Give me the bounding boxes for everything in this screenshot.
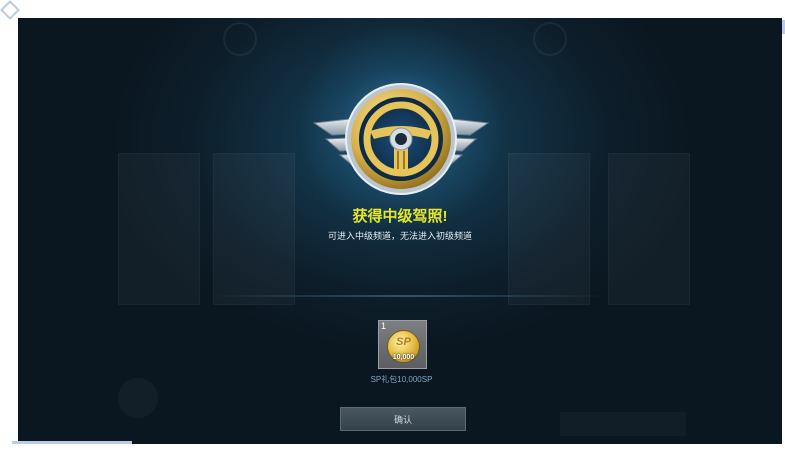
background-shape bbox=[560, 412, 686, 436]
background-icon bbox=[223, 22, 257, 56]
corner-diamond-decoration bbox=[0, 0, 20, 20]
reward-item-tile[interactable]: 1 SP 10,000 bbox=[378, 320, 427, 369]
coin-symbol: SP bbox=[396, 336, 411, 348]
reward-item-name: SP礼包10,000SP bbox=[370, 375, 433, 384]
background-icon bbox=[533, 22, 567, 56]
steering-wheel-wings-icon bbox=[312, 83, 490, 195]
coin-amount: 10,000 bbox=[392, 354, 415, 361]
sp-coin-icon: SP 10,000 bbox=[387, 330, 420, 363]
dialog-subtitle: 可进入中级频道，无法进入初级频道 bbox=[327, 231, 472, 241]
reward-quantity: 1 bbox=[381, 321, 387, 331]
divider-line bbox=[208, 295, 608, 297]
confirm-button[interactable]: 确认 bbox=[340, 407, 466, 431]
frame-right-decoration bbox=[774, 20, 785, 34]
license-award-dialog: 获得中级驾照! 可进入中级频道，无法进入初级频道 1 SP 10,000 SP礼… bbox=[18, 18, 782, 444]
dialog-title: 获得中级驾照! bbox=[352, 208, 448, 225]
frame-bottom-left-decoration bbox=[12, 435, 132, 444]
background-shape bbox=[118, 378, 158, 418]
